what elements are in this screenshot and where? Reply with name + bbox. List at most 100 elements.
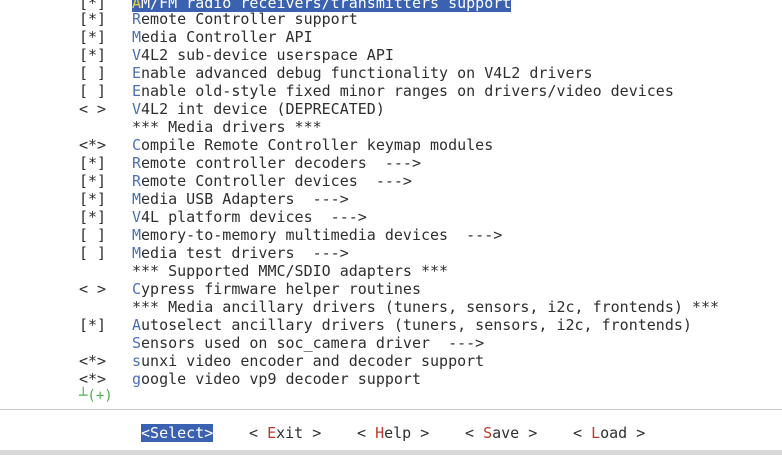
- menu-item-label: Remote controller decoders --->: [132, 154, 421, 172]
- menu-item-text: 4L2 sub-device userspace API: [141, 46, 394, 64]
- button-label: oad >: [600, 424, 646, 442]
- menu-item-hotkey: M: [132, 190, 142, 208]
- menu-item-mark[interactable]: [*]: [79, 172, 119, 190]
- menu-item-mark[interactable]: <*>: [79, 136, 119, 154]
- button-label: xit >: [276, 424, 322, 442]
- menu-item-mark[interactable]: [*]: [79, 208, 119, 226]
- menu-item-hotkey: E: [132, 64, 142, 82]
- menu-item-label: Memory-to-memory multimedia devices --->: [132, 226, 502, 244]
- menu-item-mark[interactable]: [ ]: [79, 64, 119, 82]
- menu-item-label: *** Media ancillary drivers (tuners, sen…: [132, 298, 719, 316]
- menu-item-text: nable old-style fixed minor ranges on dr…: [141, 82, 674, 100]
- menu-item-hotkey: s: [132, 352, 142, 370]
- menu-item-hotkey: M: [132, 28, 142, 46]
- menu-item-mark[interactable]: [ ]: [79, 82, 119, 100]
- menu-item-label: google video vp9 decoder support: [132, 370, 421, 388]
- more-items-indicator[interactable]: ┴(+): [79, 388, 113, 404]
- menu-item-hotkey: V: [132, 100, 142, 118]
- button-bracket-left: <: [141, 424, 151, 442]
- dialog-button[interactable]: <Select>: [141, 424, 214, 442]
- dialog-button[interactable]: < Load >: [573, 424, 645, 442]
- button-hotkey: E: [267, 424, 277, 442]
- menu-item-label: Remote Controller support: [132, 10, 358, 28]
- menu-item-text: ypress firmware helper routines: [141, 280, 421, 298]
- menu-item-hotkey: R: [132, 154, 142, 172]
- menu-item-mark[interactable]: [*]: [79, 10, 119, 28]
- menu-item-mark[interactable]: [*]: [79, 28, 119, 46]
- button-hotkey: L: [591, 424, 601, 442]
- button-label: elect>: [159, 424, 214, 442]
- menu-item-text: 4L2 int device (DEPRECATED): [141, 100, 385, 118]
- menu-item-hotkey: g: [132, 370, 142, 388]
- menu-item-hotkey: V: [132, 208, 142, 226]
- menu-item-text: edia Controller API: [141, 28, 313, 46]
- button-label: ave >: [492, 424, 538, 442]
- menu-item-label: Media USB Adapters --->: [132, 190, 349, 208]
- menu-item-text: emory-to-memory multimedia devices --->: [141, 226, 503, 244]
- menu-item-label: V4L2 int device (DEPRECATED): [132, 100, 385, 118]
- menu-item-hotkey: R: [132, 10, 142, 28]
- menu-item-hotkey: C: [132, 280, 142, 298]
- menu-item-text: oogle video vp9 decoder support: [141, 370, 421, 388]
- menu-item-label: sunxi video encoder and decoder support: [132, 352, 484, 370]
- button-bracket-left: <: [357, 424, 376, 442]
- dialog-button[interactable]: < Exit >: [249, 424, 321, 442]
- menu-item-label: *** Supported MMC/SDIO adapters ***: [132, 262, 448, 280]
- menu-item-mark[interactable]: < >: [79, 280, 119, 298]
- menu-item-hotkey: C: [132, 136, 142, 154]
- menu-item-label: Autoselect ancillary drivers (tuners, se…: [132, 316, 692, 334]
- menu-item-text: ensors used on soc_camera driver --->: [141, 334, 485, 352]
- menu-item-hotkey: A: [132, 316, 142, 334]
- menu-item-label: V4L2 sub-device userspace API: [132, 46, 394, 64]
- menu-item-mark[interactable]: [ ]: [79, 226, 119, 244]
- menu-item-hotkey: E: [132, 82, 142, 100]
- menu-item-text: ompile Remote Controller keymap modules: [141, 136, 494, 154]
- menu-item-text: emote Controller devices --->: [141, 172, 412, 190]
- menu-item-text: emote Controller support: [141, 10, 358, 28]
- menu-item-mark[interactable]: [*]: [79, 190, 119, 208]
- menu-item-label: Cypress firmware helper routines: [132, 280, 421, 298]
- bottom-border: [0, 450, 782, 455]
- menu-item-mark[interactable]: [*]: [79, 46, 119, 64]
- menu-item-text: *** Media drivers ***: [132, 118, 322, 136]
- button-label: elp >: [384, 424, 430, 442]
- menu-item-label: Compile Remote Controller keymap modules: [132, 136, 493, 154]
- menu-item-text: unxi video encoder and decoder support: [141, 352, 485, 370]
- menu-item-mark[interactable]: [ ]: [79, 244, 119, 262]
- menu-item-text: *** Media ancillary drivers (tuners, sen…: [132, 298, 719, 316]
- dialog-button[interactable]: < Save >: [465, 424, 537, 442]
- menu-item-hotkey: M: [132, 244, 142, 262]
- menu-item-mark[interactable]: <*>: [79, 370, 119, 388]
- menu-item-label: Remote Controller devices --->: [132, 172, 412, 190]
- menu-item-mark[interactable]: < >: [79, 100, 119, 118]
- menu-item-label: V4L platform devices --->: [132, 208, 367, 226]
- button-hotkey: S: [483, 424, 493, 442]
- menu-item-text: nable advanced debug functionality on V4…: [141, 64, 593, 82]
- menu-item-label: Media test drivers --->: [132, 244, 349, 262]
- menu-item-text: edia test drivers --->: [141, 244, 349, 262]
- menu-item-text: edia USB Adapters --->: [141, 190, 349, 208]
- menu-item-hotkey: S: [132, 334, 142, 352]
- button-bracket-left: <: [573, 424, 592, 442]
- menu-item-mark[interactable]: [*]: [79, 316, 119, 334]
- menu-item-mark[interactable]: [*]: [79, 154, 119, 172]
- menu-item-label: Sensors used on soc_camera driver --->: [132, 334, 484, 352]
- separator-line: [0, 409, 782, 410]
- button-hotkey: S: [150, 424, 160, 442]
- menu-item-hotkey: V: [132, 46, 142, 64]
- dialog-button[interactable]: < Help >: [357, 424, 429, 442]
- button-hotkey: H: [375, 424, 385, 442]
- menu-item-label: *** Media drivers ***: [132, 118, 322, 136]
- menu-item-hotkey: M: [132, 226, 142, 244]
- menu-item-text: *** Supported MMC/SDIO adapters ***: [132, 262, 449, 280]
- menu-item-label: Media Controller API: [132, 28, 313, 46]
- menu-item-label: Enable advanced debug functionality on V…: [132, 64, 593, 82]
- button-bracket-left: <: [249, 424, 268, 442]
- menu-item-hotkey: R: [132, 172, 142, 190]
- menu-item-label: Enable old-style fixed minor ranges on d…: [132, 82, 674, 100]
- menuconfig-screen: [*] AM/FM radio receivers/transmitters su…: [0, 0, 782, 455]
- menu-item-text: utoselect ancillary drivers (tuners, sen…: [141, 316, 692, 334]
- menu-item-text: 4L platform devices --->: [141, 208, 367, 226]
- menu-item-mark[interactable]: <*>: [79, 352, 119, 370]
- menu-item-text: emote controller decoders --->: [141, 154, 421, 172]
